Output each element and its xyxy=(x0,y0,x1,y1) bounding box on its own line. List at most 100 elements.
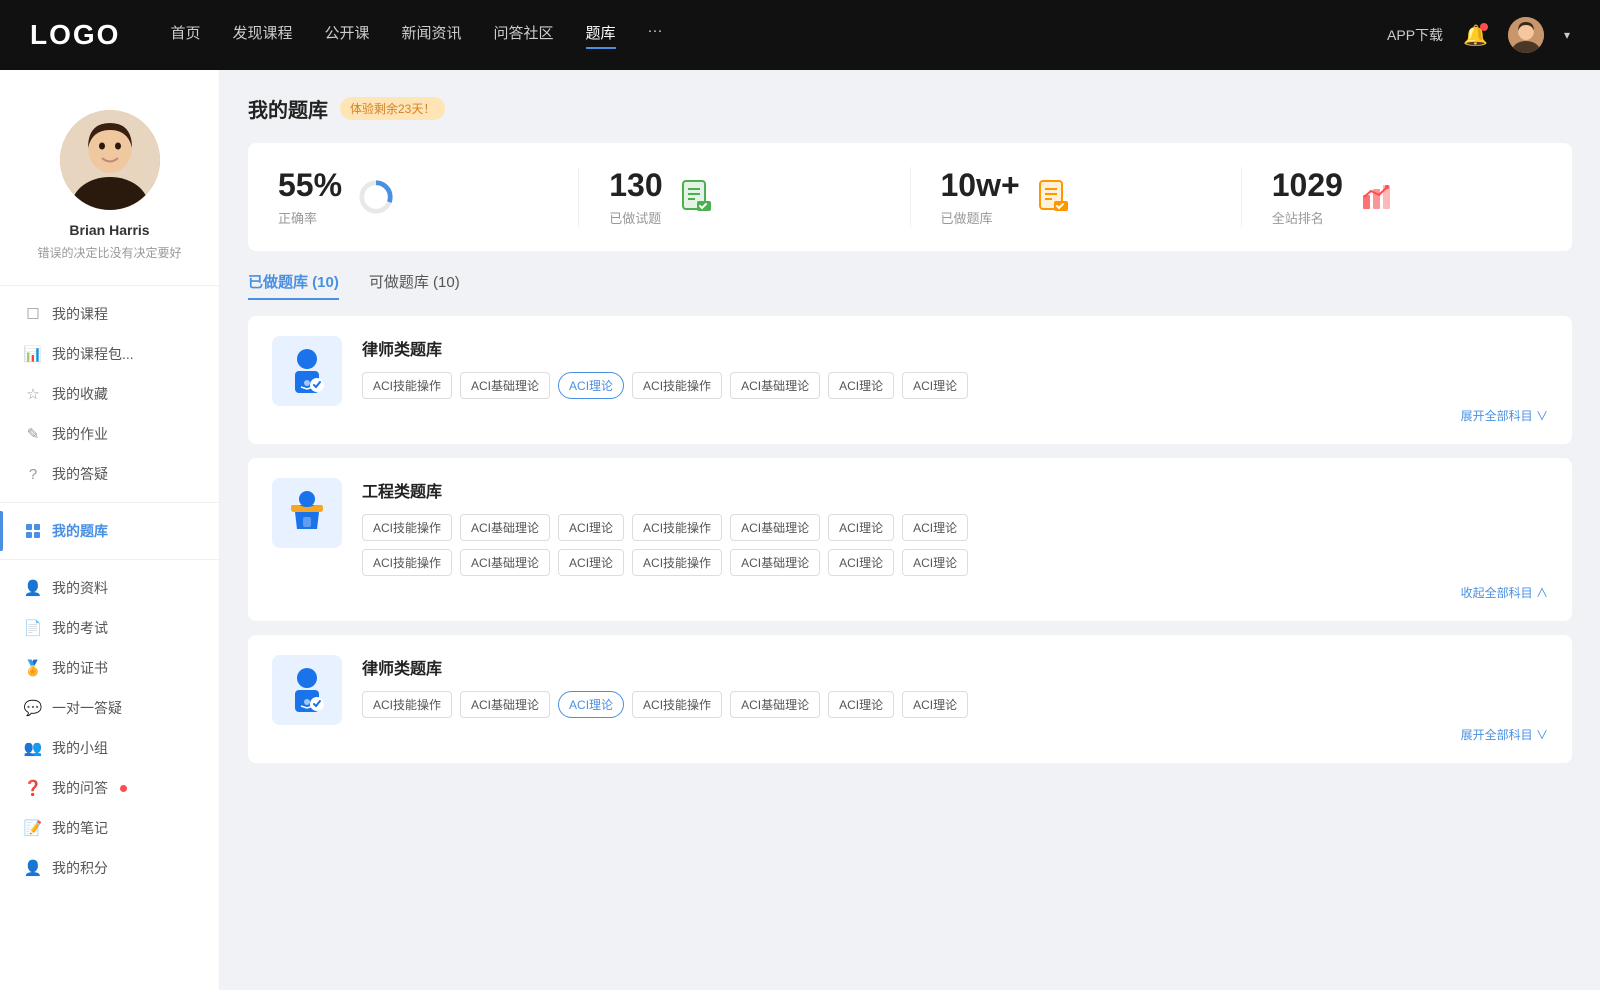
nav-home[interactable]: 首页 xyxy=(170,22,200,49)
sidebar-item-notes[interactable]: 📝 我的笔记 xyxy=(0,808,219,848)
nav-question-bank[interactable]: 题库 xyxy=(586,22,616,49)
sidebar-item-profile[interactable]: 👤 我的资料 xyxy=(0,568,219,608)
category-right-engineer: 工程类题库 ACI技能操作 ACI基础理论 ACI理论 ACI技能操作 ACI基… xyxy=(362,478,1548,601)
stat-banks-done: 10w+ 已做题库 xyxy=(911,167,1242,227)
page-title-row: 我的题库 体验剩余23天！ xyxy=(248,94,1572,123)
nav-more[interactable]: ··· xyxy=(648,22,663,49)
sidebar-item-question-bank[interactable]: 我的题库 xyxy=(0,511,219,551)
tag-item[interactable]: ACI基础理论 xyxy=(730,549,820,576)
app-download-button[interactable]: APP下载 xyxy=(1387,25,1443,45)
tags-row-lawyer-1: ACI技能操作 ACI基础理论 ACI理论 ACI技能操作 ACI基础理论 AC… xyxy=(362,372,1548,399)
file-text-icon: 📄 xyxy=(24,619,42,637)
page-wrapper: Brian Harris 错误的决定比没有决定要好 ☐ 我的课程 📊 我的课程包… xyxy=(0,70,1600,990)
help-circle-icon: ? xyxy=(24,465,42,483)
users-icon: 👤 xyxy=(24,579,42,597)
sidebar-item-course-packages[interactable]: 📊 我的课程包... xyxy=(0,334,219,374)
sidebar-item-exam[interactable]: 📄 我的考试 xyxy=(0,608,219,648)
category-card-engineer: 工程类题库 ACI技能操作 ACI基础理论 ACI理论 ACI技能操作 ACI基… xyxy=(248,458,1572,621)
tag-item[interactable]: ACI技能操作 xyxy=(362,514,452,541)
tag-item[interactable]: ACI理论 xyxy=(828,372,894,399)
questions-done-icon xyxy=(677,177,717,217)
tag-item[interactable]: ACI技能操作 xyxy=(362,691,452,718)
tag-item[interactable]: ACI基础理论 xyxy=(730,372,820,399)
profile-avatar xyxy=(60,110,160,210)
sidebar-divider-3 xyxy=(0,559,219,560)
category-card-lawyer-2: 律师类题库 ACI技能操作 ACI基础理论 ACI理论 ACI技能操作 ACI基… xyxy=(248,635,1572,763)
category-right-lawyer-1: 律师类题库 ACI技能操作 ACI基础理论 ACI理论 ACI技能操作 ACI基… xyxy=(362,336,1548,424)
stat-ranking-label: 全站排名 xyxy=(1272,208,1343,227)
expand-link-lawyer-2[interactable]: 展开全部科目 ∨ xyxy=(362,726,1548,743)
nav-links: 首页 发现课程 公开课 新闻资讯 问答社区 题库 ··· xyxy=(170,22,1387,49)
tag-item[interactable]: ACI理论 xyxy=(558,514,624,541)
stat-ranking: 1029 全站排名 xyxy=(1242,167,1542,227)
stat-ranking-value: 1029 xyxy=(1272,167,1343,204)
notes-icon: 📝 xyxy=(24,819,42,837)
tag-item-active[interactable]: ACI理论 xyxy=(558,691,624,718)
group-icon: 👥 xyxy=(24,739,42,757)
profile-section: Brian Harris 错误的决定比没有决定要好 xyxy=(0,90,219,277)
grid-icon xyxy=(24,522,42,540)
expand-link-lawyer-1[interactable]: 展开全部科目 ∨ xyxy=(362,407,1548,424)
sidebar: Brian Harris 错误的决定比没有决定要好 ☐ 我的课程 📊 我的课程包… xyxy=(0,70,220,990)
points-icon: 👤 xyxy=(24,859,42,877)
sidebar-item-my-courses[interactable]: ☐ 我的课程 xyxy=(0,294,219,334)
category-name-lawyer-1: 律师类题库 xyxy=(362,336,1548,360)
collapse-link-engineer[interactable]: 收起全部科目 ∧ xyxy=(362,584,1548,601)
avatar[interactable] xyxy=(1508,17,1544,53)
tag-item[interactable]: ACI技能操作 xyxy=(632,549,722,576)
sidebar-item-qa[interactable]: ? 我的答疑 xyxy=(0,454,219,494)
tag-item[interactable]: ACI理论 xyxy=(828,691,894,718)
tag-item[interactable]: ACI基础理论 xyxy=(730,514,820,541)
trial-badge: 体验剩余23天！ xyxy=(340,97,445,120)
tag-item[interactable]: ACI技能操作 xyxy=(362,549,452,576)
tag-item[interactable]: ACI理论 xyxy=(902,372,968,399)
main-content: 我的题库 体验剩余23天！ 55% 正确率 xyxy=(220,70,1600,990)
tag-item[interactable]: ACI技能操作 xyxy=(632,514,722,541)
sidebar-item-favorites[interactable]: ☆ 我的收藏 xyxy=(0,374,219,414)
tag-item[interactable]: ACI理论 xyxy=(828,514,894,541)
page-title: 我的题库 xyxy=(248,94,328,123)
notification-bell-icon[interactable]: 🔔 xyxy=(1463,23,1488,48)
profile-name: Brian Harris xyxy=(20,222,199,238)
accuracy-icon xyxy=(356,177,396,217)
stat-questions-value: 130 xyxy=(609,167,662,204)
nav-news[interactable]: 新闻资讯 xyxy=(402,22,462,49)
tag-item[interactable]: ACI基础理论 xyxy=(730,691,820,718)
sidebar-item-certificate[interactable]: 🏅 我的证书 xyxy=(0,648,219,688)
navbar: LOGO 首页 发现课程 公开课 新闻资讯 问答社区 题库 ··· APP下载 … xyxy=(0,0,1600,70)
tag-item[interactable]: ACI技能操作 xyxy=(632,691,722,718)
stat-accuracy-label: 正确率 xyxy=(278,208,342,227)
sidebar-item-points[interactable]: 👤 我的积分 xyxy=(0,848,219,888)
tag-item[interactable]: ACI基础理论 xyxy=(460,691,550,718)
engineer-icon-wrap xyxy=(272,478,342,548)
tab-available-banks[interactable]: 可做题库 (10) xyxy=(369,271,460,300)
tag-item[interactable]: ACI基础理论 xyxy=(460,514,550,541)
stat-questions-label: 已做试题 xyxy=(609,208,662,227)
sidebar-item-groups[interactable]: 👥 我的小组 xyxy=(0,728,219,768)
avatar-dropdown-icon[interactable]: ▾ xyxy=(1564,28,1570,42)
profile-motto: 错误的决定比没有决定要好 xyxy=(20,244,199,261)
tag-item[interactable]: ACI理论 xyxy=(828,549,894,576)
tag-item[interactable]: ACI技能操作 xyxy=(362,372,452,399)
lawyer-icon-wrap-1 xyxy=(272,336,342,406)
nav-discover[interactable]: 发现课程 xyxy=(232,22,292,49)
sidebar-item-tutoring[interactable]: 💬 一对一答疑 xyxy=(0,688,219,728)
award-icon: 🏅 xyxy=(24,659,42,677)
tag-item[interactable]: ACI基础理论 xyxy=(460,372,550,399)
tag-item[interactable]: ACI理论 xyxy=(902,514,968,541)
tag-item[interactable]: ACI基础理论 xyxy=(460,549,550,576)
star-icon: ☆ xyxy=(24,385,42,403)
tag-item-active[interactable]: ACI理论 xyxy=(558,372,624,399)
tag-item[interactable]: ACI技能操作 xyxy=(632,372,722,399)
edit-icon: ✎ xyxy=(24,425,42,443)
category-right-lawyer-2: 律师类题库 ACI技能操作 ACI基础理论 ACI理论 ACI技能操作 ACI基… xyxy=(362,655,1548,743)
nav-qa[interactable]: 问答社区 xyxy=(494,22,554,49)
tag-item[interactable]: ACI理论 xyxy=(902,549,968,576)
tag-item[interactable]: ACI理论 xyxy=(558,549,624,576)
sidebar-item-questions[interactable]: ❓ 我的问答 xyxy=(0,768,219,808)
nav-open-course[interactable]: 公开课 xyxy=(324,22,369,49)
tab-done-banks[interactable]: 已做题库 (10) xyxy=(248,271,339,300)
active-indicator xyxy=(0,511,3,551)
tag-item[interactable]: ACI理论 xyxy=(902,691,968,718)
sidebar-item-homework[interactable]: ✎ 我的作业 xyxy=(0,414,219,454)
